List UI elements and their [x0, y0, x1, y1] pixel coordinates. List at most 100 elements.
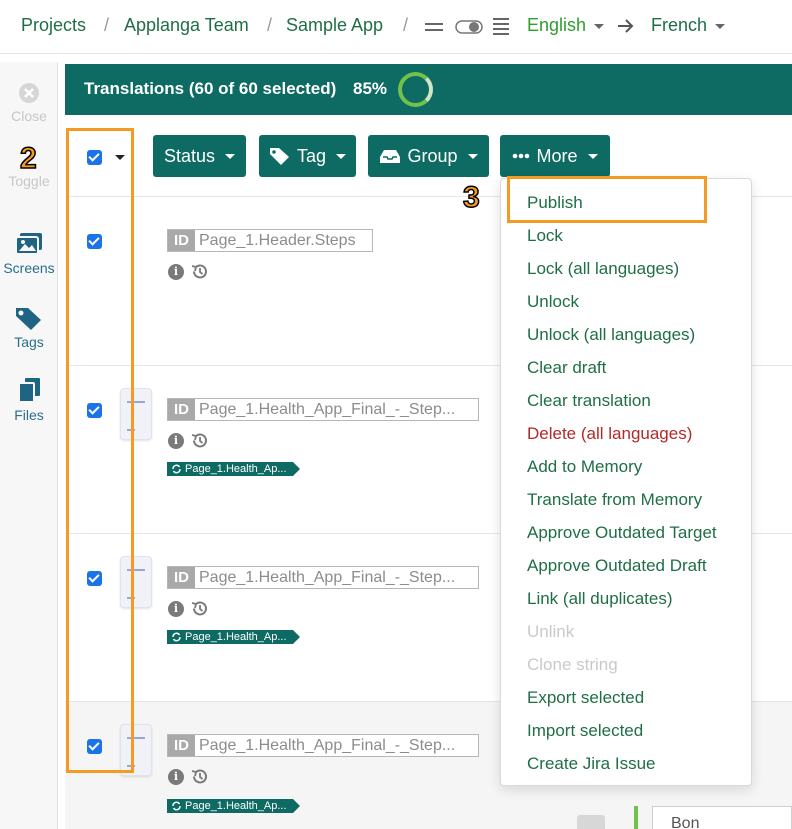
chevron-down-icon [225, 153, 236, 159]
history-icon[interactable] [191, 768, 208, 785]
status-button[interactable]: Status [153, 135, 246, 177]
string-key: Page_1.Header.Steps [199, 231, 356, 249]
more-button[interactable]: More [500, 135, 610, 177]
sidebar-item-close[interactable]: Close [0, 82, 58, 124]
annotation-highlight-publish [507, 176, 707, 223]
chevron-down-icon [715, 23, 726, 29]
string-id-box: ID Page_1.Health_App_Final_-_Step... [167, 734, 479, 757]
info-icon[interactable]: i [168, 600, 184, 617]
menu-item-delete-all[interactable]: Delete (all languages) [527, 424, 692, 444]
arrow-right-icon [618, 19, 634, 33]
chevron-down-icon [587, 153, 598, 159]
breadcrumb-separator: / [403, 15, 409, 35]
history-icon[interactable] [191, 432, 208, 449]
menu-item-unlock-all[interactable]: Unlock (all languages) [527, 325, 695, 345]
info-icon[interactable]: i [168, 263, 184, 280]
status-button-label: Status [163, 145, 216, 166]
menu-item-create-jira-issue[interactable]: Create Jira Issue [527, 754, 656, 774]
equal-view-icon[interactable] [425, 20, 443, 34]
linked-key-label: Page_1.Health_Ap... [185, 800, 287, 812]
sidebar-item-tags[interactable]: Tags [0, 306, 58, 350]
toggle-switch-icon[interactable] [455, 19, 483, 35]
linked-key-chip[interactable]: Page_1.Health_Ap... [167, 630, 300, 644]
target-language-select[interactable]: French [651, 15, 726, 36]
progress-ring [398, 72, 433, 107]
sidebar-item-files[interactable]: Files [0, 377, 58, 423]
linked-key-label: Page_1.Health_Ap... [185, 631, 287, 643]
sidebar-item-label: Close [11, 108, 47, 124]
tag-button-label: Tag [296, 145, 327, 166]
progress-percent: 85% [353, 79, 388, 98]
chevron-down-icon [336, 153, 347, 159]
sync-icon [172, 801, 181, 811]
menu-item-translate-from-memory[interactable]: Translate from Memory [527, 490, 702, 510]
breadcrumb-team[interactable]: Applanga Team [124, 15, 249, 36]
row-meta-icons: i [168, 768, 208, 785]
menu-item-approve-outdated-draft[interactable]: Approve Outdated Draft [527, 556, 707, 576]
menu-item-add-to-memory[interactable]: Add to Memory [527, 457, 642, 477]
id-tag: ID [168, 735, 195, 756]
row-meta-icons: i [168, 432, 208, 449]
linked-key-chip[interactable]: Page_1.Health_Ap... [167, 462, 300, 476]
translations-title: Translations (60 of 60 selected) [84, 79, 337, 98]
annotation-step-3: 3 [462, 180, 480, 215]
group-button-label: Group [407, 145, 458, 166]
chevron-down-icon [467, 153, 478, 159]
menu-item-link-duplicates[interactable]: Link (all duplicates) [527, 589, 673, 609]
menu-item-clear-translation[interactable]: Clear translation [527, 391, 651, 411]
menu-item-lock-all[interactable]: Lock (all languages) [527, 259, 679, 279]
info-icon[interactable]: i [168, 768, 184, 785]
tags-icon [16, 308, 41, 330]
menu-item-approve-outdated-target[interactable]: Approve Outdated Target [527, 523, 717, 543]
menu-item-export-selected[interactable]: Export selected [527, 688, 644, 708]
translations-header: Translations (60 of 60 selected) 85% [65, 64, 792, 115]
breadcrumb-separator: / [104, 15, 110, 35]
menu-item-unlock[interactable]: Unlock [527, 292, 579, 312]
ellipsis-icon [513, 153, 530, 159]
annotation-highlight-checkboxes [66, 128, 134, 773]
target-language-label: French [651, 15, 708, 35]
string-id-box: ID Page_1.Health_App_Final_-_Step... [167, 566, 479, 589]
history-icon[interactable] [191, 263, 208, 280]
translation-input[interactable]: Bon [652, 806, 792, 829]
status-bar-fragment [634, 806, 638, 829]
history-icon[interactable] [191, 600, 208, 617]
tag-button[interactable]: Tag [259, 135, 356, 177]
source-language-select[interactable]: English [527, 15, 605, 36]
source-language-label: English [527, 15, 587, 35]
list-view-icon[interactable] [493, 17, 509, 35]
linked-key-label: Page_1.Health_Ap... [185, 463, 287, 475]
files-icon [18, 378, 40, 403]
tag-icon [269, 148, 289, 165]
sync-icon [172, 464, 181, 474]
breadcrumb-projects[interactable]: Projects [21, 15, 86, 36]
sidebar-item-screens[interactable]: Screens [0, 232, 58, 276]
menu-item-clone-string: Clone string [527, 655, 618, 674]
menu-item-import-selected[interactable]: Import selected [527, 721, 643, 741]
id-tag: ID [168, 567, 195, 588]
string-id-box: ID Page_1.Header.Steps [167, 229, 373, 252]
id-tag: ID [168, 230, 195, 251]
string-id-box: ID Page_1.Health_App_Final_-_Step... [167, 398, 479, 421]
screens-icon [15, 233, 42, 255]
annotation-step-2: 2 [19, 141, 37, 176]
breadcrumb-app[interactable]: Sample App [286, 15, 383, 36]
close-icon [19, 83, 39, 103]
menu-item-clear-draft[interactable]: Clear draft [527, 358, 606, 378]
sidebar-item-label: Tags [14, 334, 44, 350]
nav-button-fragment[interactable] [577, 815, 605, 829]
inbox-icon [380, 150, 401, 163]
menu-item-lock[interactable]: Lock [527, 226, 563, 246]
group-button[interactable]: Group [368, 135, 489, 177]
info-icon[interactable]: i [168, 432, 184, 449]
menu-item-unlink: Unlink [527, 622, 575, 641]
sidebar-item-label: Screens [3, 260, 55, 276]
top-bar: Projects / Applanga Team / Sample App / … [0, 0, 792, 54]
row-meta-icons: i [168, 263, 208, 280]
chevron-down-icon [594, 23, 605, 29]
string-key: Page_1.Health_App_Final_-_Step... [199, 400, 456, 418]
id-tag: ID [168, 399, 195, 420]
linked-key-chip[interactable]: Page_1.Health_Ap... [167, 799, 300, 813]
string-key: Page_1.Health_App_Final_-_Step... [199, 736, 456, 754]
breadcrumb-separator: / [267, 15, 273, 35]
